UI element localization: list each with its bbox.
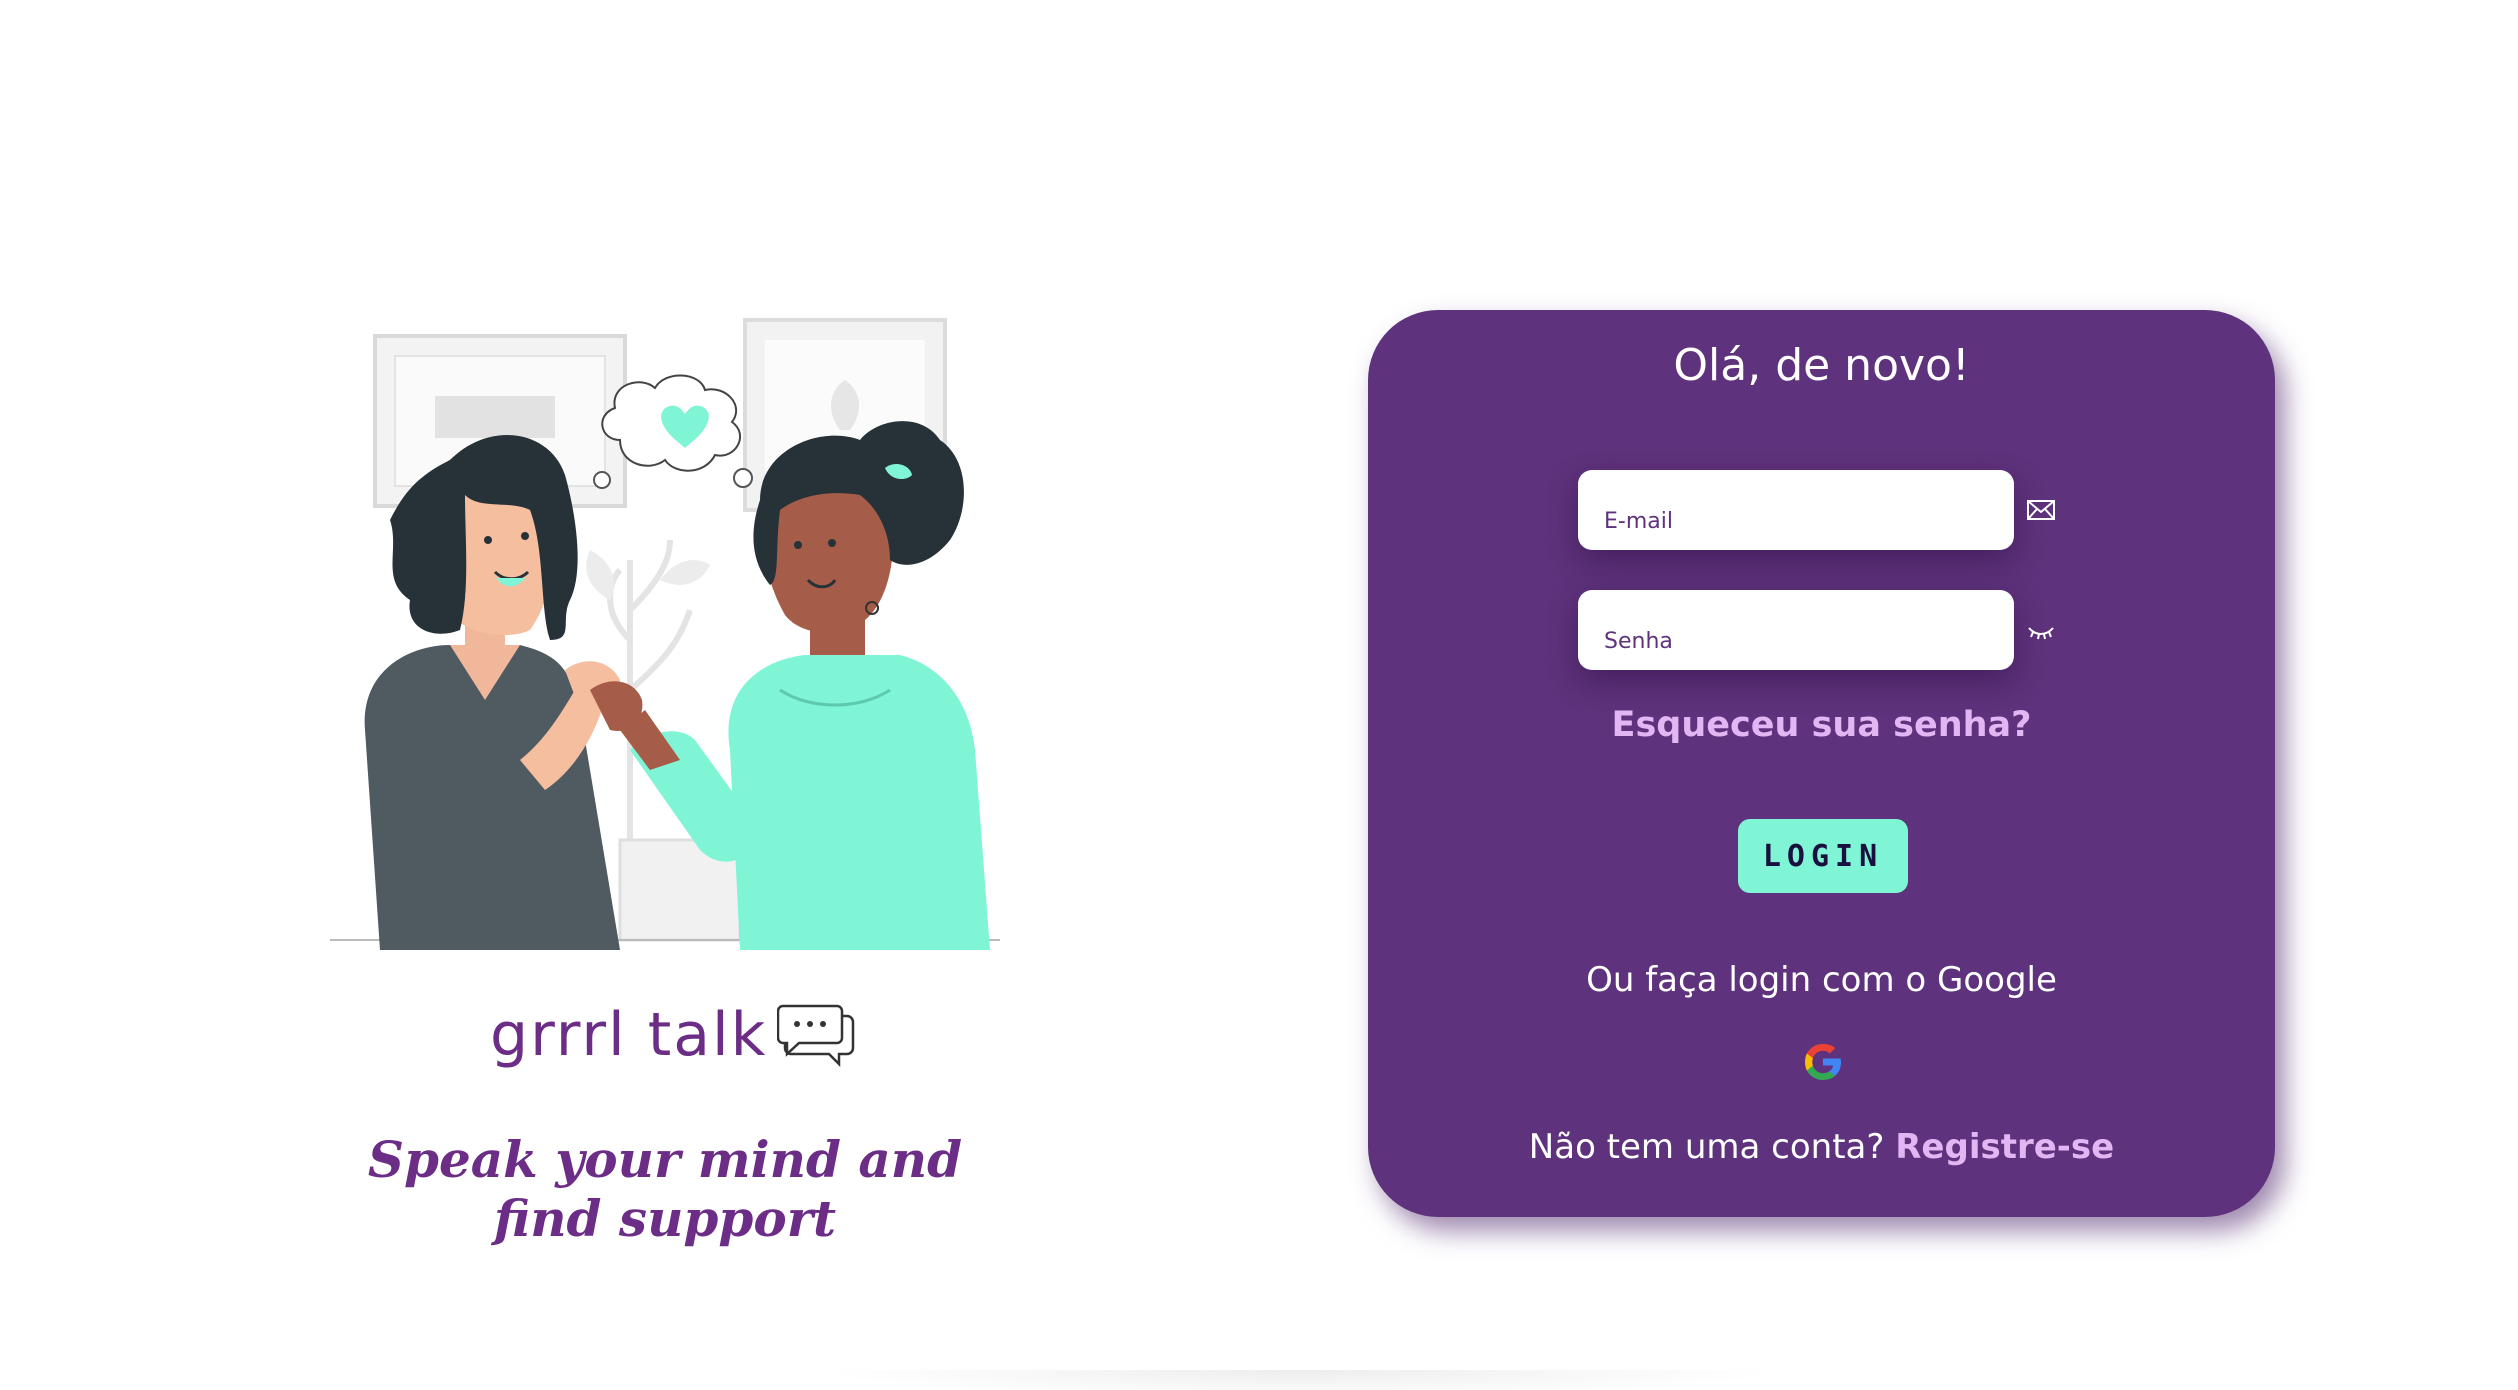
page-bottom-shadow bbox=[820, 1370, 1780, 1390]
login-page: grrrl talk Speak your mind and find supp… bbox=[0, 0, 2518, 1390]
password-field[interactable] bbox=[1578, 590, 2014, 670]
tagline: Speak your mind and find support bbox=[367, 1130, 963, 1248]
login-card: Olá, de novo! Esqueceu sua senha? LOGIN … bbox=[1368, 310, 2275, 1217]
eye-closed-icon[interactable] bbox=[2024, 618, 2058, 648]
two-women-pinky-promise-illustration bbox=[330, 318, 1000, 950]
register-prompt-text: Não tem uma conta? bbox=[1528, 1127, 1885, 1167]
brand-name: grrrl talk bbox=[490, 1000, 768, 1070]
chat-bubbles-icon bbox=[777, 1004, 855, 1068]
envelope-icon bbox=[2027, 500, 2055, 520]
forgot-password-link[interactable]: Esqueceu sua senha? bbox=[1368, 705, 2275, 745]
login-title: Olá, de novo! bbox=[1673, 340, 1970, 391]
google-icon[interactable] bbox=[1801, 1040, 1845, 1084]
register-prompt: Não tem uma conta? Registre-se bbox=[1368, 1127, 2275, 1167]
google-login-text: Ou faça login com o Google bbox=[1586, 960, 2057, 1000]
login-button[interactable]: LOGIN bbox=[1738, 819, 1908, 893]
brand-logo: grrrl talk bbox=[490, 995, 857, 1075]
email-field[interactable] bbox=[1578, 470, 2014, 550]
register-link[interactable]: Registre-se bbox=[1895, 1127, 2114, 1167]
